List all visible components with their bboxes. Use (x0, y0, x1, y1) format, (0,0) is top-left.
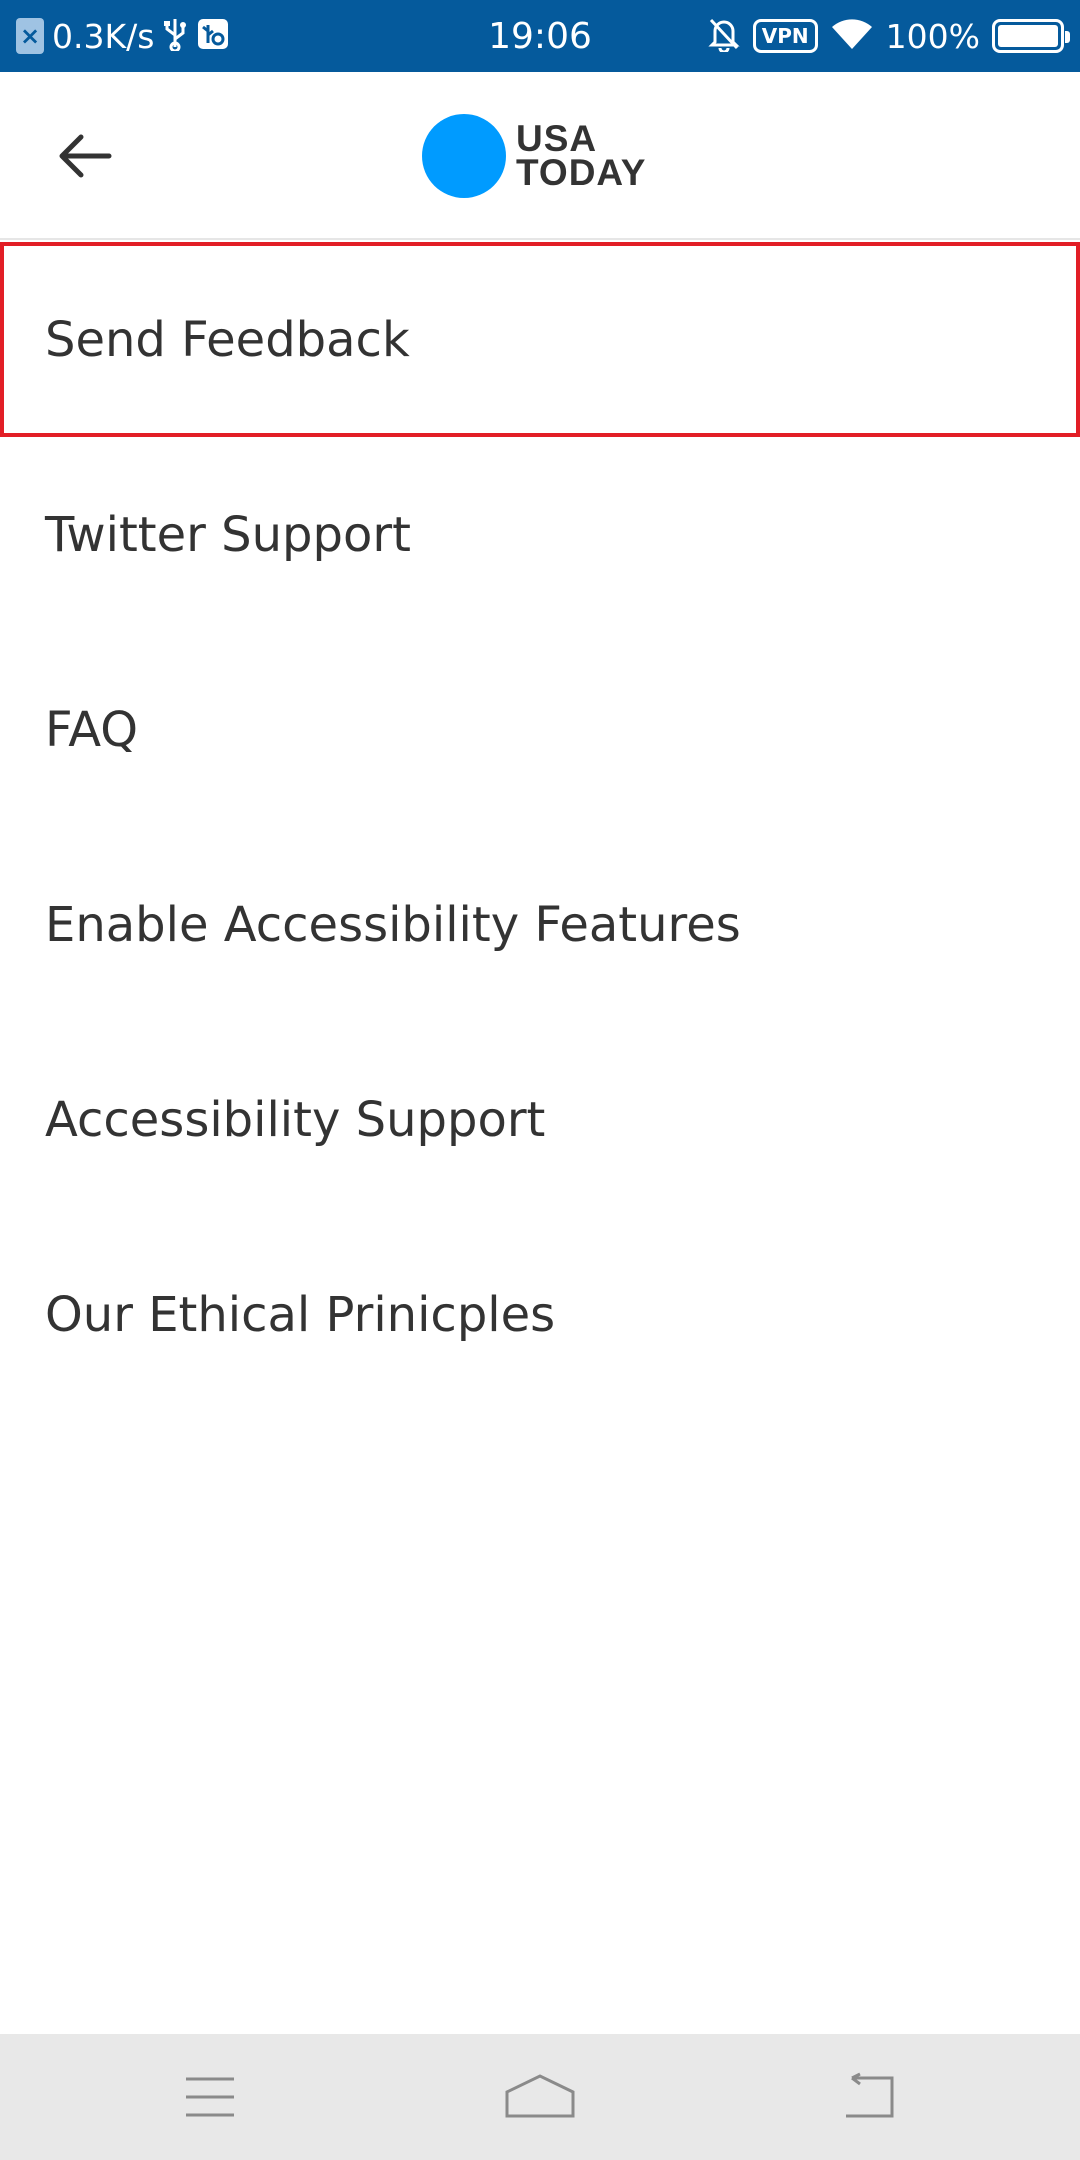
menu-item-faq[interactable]: FAQ (0, 632, 1080, 827)
menu-item-label: FAQ (45, 701, 138, 758)
status-bar: × 0.3K/s 19:06 VPN 100% (0, 0, 1080, 72)
menu-item-label: Enable Accessibility Features (45, 896, 741, 953)
net-speed: 0.3K/s (52, 16, 155, 56)
menu-item-label: Our Ethical Prinicples (45, 1286, 556, 1343)
recent-apps-button[interactable] (160, 2062, 260, 2132)
clock: 19:06 (488, 15, 592, 57)
app-bar: USA TODAY (0, 72, 1080, 240)
menu-item-label: Twitter Support (45, 506, 411, 563)
wifi-icon (830, 17, 874, 56)
back-icon (846, 2072, 894, 2118)
arrow-left-icon (59, 134, 112, 178)
battery-icon (992, 19, 1070, 53)
menu-item-send-feedback[interactable]: Send Feedback (0, 242, 1080, 437)
menu-item-enable-accessibility[interactable]: Enable Accessibility Features (0, 827, 1080, 1022)
system-nav-bar (0, 2034, 1080, 2160)
logo-line1: USA (516, 118, 598, 159)
back-nav-button[interactable] (820, 2062, 920, 2132)
menu-item-label: Send Feedback (45, 311, 410, 368)
vpn-icon: VPN (752, 19, 818, 53)
usa-today-logo: USA TODAY (422, 114, 646, 198)
bell-off-icon (707, 16, 741, 57)
menu-item-accessibility-support[interactable]: Accessibility Support (0, 1022, 1080, 1217)
menu-item-ethical-principles[interactable]: Our Ethical Prinicples (0, 1217, 1080, 1412)
menu-item-twitter-support[interactable]: Twitter Support (0, 437, 1080, 632)
usb-debug-icon (196, 17, 230, 56)
back-button[interactable] (40, 116, 130, 196)
usb-icon (162, 17, 188, 56)
logo-dot (422, 114, 506, 198)
battery-percent: 100% (885, 16, 980, 56)
home-button[interactable] (490, 2062, 590, 2132)
x-notification-icon: × (16, 18, 44, 54)
menu-item-label: Accessibility Support (45, 1091, 546, 1148)
menu-icon (186, 2077, 234, 2117)
home-icon (505, 2074, 575, 2118)
support-menu: Send Feedback Twitter Support FAQ Enable… (0, 242, 1080, 1412)
logo-line2: TODAY (516, 152, 647, 193)
